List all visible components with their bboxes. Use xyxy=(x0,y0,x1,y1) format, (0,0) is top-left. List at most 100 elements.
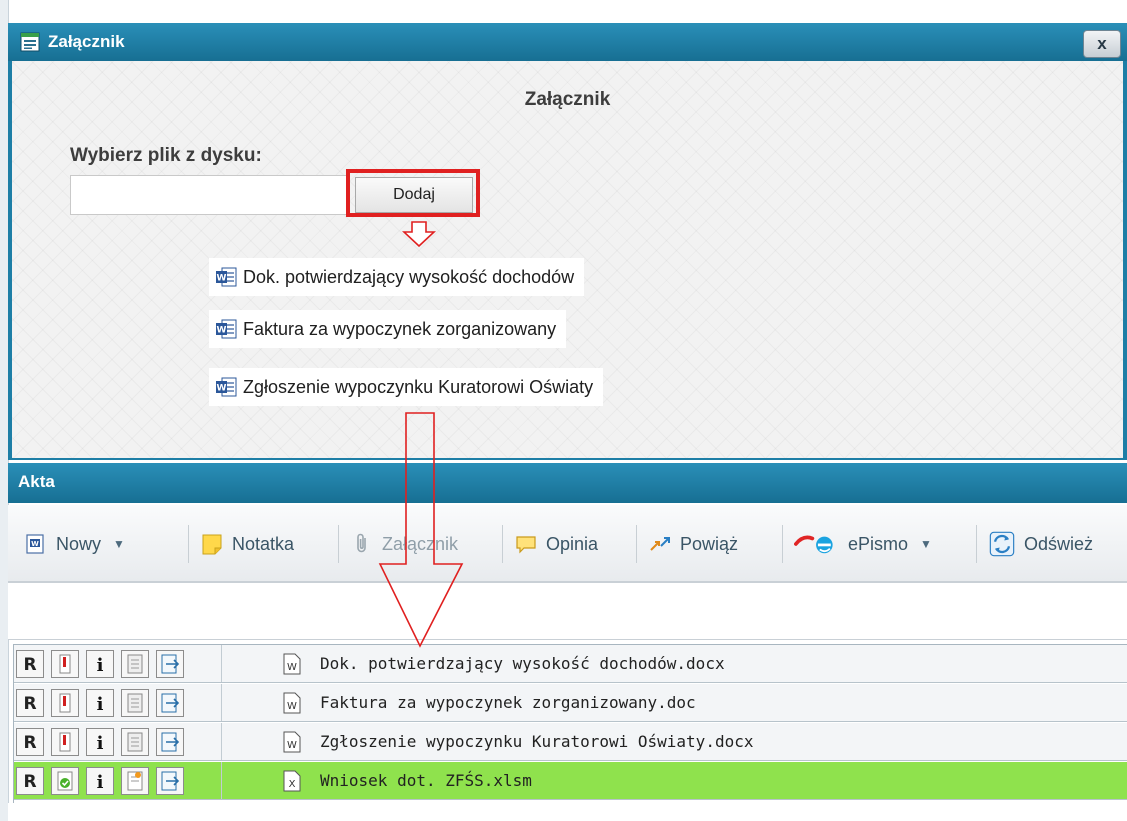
filter-strip[interactable] xyxy=(8,582,1127,640)
toolbar-divider xyxy=(502,525,503,563)
toolbar-divider xyxy=(338,525,339,563)
choose-file-label: Wybierz plik z dysku: xyxy=(70,145,262,166)
chevron-down-icon[interactable]: ▼ xyxy=(920,537,932,551)
export-icon[interactable] xyxy=(156,650,184,678)
svg-text:X: X xyxy=(289,779,296,790)
new-button[interactable]: W Nowy ▼ xyxy=(24,527,125,561)
note-button[interactable]: Notatka xyxy=(200,527,294,561)
info-icon[interactable]: i xyxy=(86,767,114,795)
priority-icon[interactable] xyxy=(51,728,79,756)
dialog-title: Załącznik xyxy=(48,32,125,51)
file-name[interactable]: Zgłoszenie wypoczynku Kuratorowi Oświaty… xyxy=(320,732,753,751)
document-option[interactable]: W Faktura za wypoczynek zorganizowany xyxy=(209,310,567,348)
add-button-highlight xyxy=(346,169,480,217)
refresh-button[interactable]: Odśwież xyxy=(988,527,1093,561)
epismo-button[interactable]: ePismo ▼ xyxy=(794,527,932,561)
svg-text:R: R xyxy=(23,694,36,714)
opinion-label: Opinia xyxy=(546,533,599,554)
export-icon[interactable] xyxy=(156,767,184,795)
svg-text:W: W xyxy=(217,326,227,336)
file-name[interactable]: Wniosek dot. ZFŚS.xlsm xyxy=(320,771,532,790)
document-stamp-icon[interactable] xyxy=(121,767,149,795)
table-row-selected[interactable]: R i X Wniosek dot. ZFŚS.xlsm xyxy=(14,762,1127,800)
dialog-heading: Załącznik xyxy=(524,89,611,110)
person-icon[interactable]: R xyxy=(16,650,44,678)
new-document-icon: W xyxy=(26,534,44,554)
link-button[interactable]: Powiąż xyxy=(648,527,738,561)
row-actions: R i xyxy=(16,689,191,717)
close-icon: x xyxy=(1097,34,1107,53)
toolbar-divider xyxy=(188,525,189,563)
row-divider xyxy=(221,684,222,721)
large-down-arrow-icon xyxy=(378,412,464,648)
file-path-input[interactable] xyxy=(70,175,350,215)
svg-text:W: W xyxy=(217,384,227,394)
toolbar-divider xyxy=(636,525,637,563)
sticky-note-icon xyxy=(202,534,222,555)
check-status-icon[interactable] xyxy=(51,767,79,795)
close-button[interactable]: x xyxy=(1083,30,1121,58)
svg-text:i: i xyxy=(97,694,104,715)
word-doc-icon: W xyxy=(216,319,237,339)
svg-text:W: W xyxy=(31,540,39,548)
word-doc-icon: W xyxy=(216,267,237,287)
word-file-icon: W xyxy=(283,731,301,753)
opinion-button[interactable]: Opinia xyxy=(514,527,598,561)
dialog-body: Załącznik Wybierz plik z dysku: Dodaj W … xyxy=(12,61,1123,458)
file-name[interactable]: Faktura za wypoczynek zorganizowany.doc xyxy=(320,693,696,712)
document-option[interactable]: W Dok. potwierdzający wysokość dochodów xyxy=(209,258,585,296)
akta-title: Akta xyxy=(18,472,55,491)
table-row[interactable]: R i W Faktura za wypoczynek zorganizowan… xyxy=(14,684,1127,722)
file-name[interactable]: Dok. potwierdzający wysokość dochodów.do… xyxy=(320,654,725,673)
svg-text:W: W xyxy=(217,274,227,284)
speech-bubble-icon xyxy=(516,536,536,554)
file-list: R i W Dok. potwierdzający wysokość docho… xyxy=(13,644,1127,804)
word-file-icon: W xyxy=(283,653,301,675)
row-actions: R i xyxy=(16,650,191,678)
row-divider xyxy=(221,723,222,760)
svg-text:R: R xyxy=(23,772,36,792)
person-icon[interactable]: R xyxy=(16,689,44,717)
table-row[interactable]: R i W Dok. potwierdzający wysokość docho… xyxy=(14,645,1127,683)
word-doc-icon: W xyxy=(216,377,237,397)
svg-text:i: i xyxy=(97,772,104,793)
document-name: Zgłoszenie wypoczynku Kuratorowi Oświaty xyxy=(243,376,594,397)
export-icon[interactable] xyxy=(156,728,184,756)
svg-text:R: R xyxy=(23,733,36,753)
row-actions: R i xyxy=(16,728,191,756)
document-stamp-icon[interactable] xyxy=(121,728,149,756)
new-label: Nowy xyxy=(56,533,102,554)
epismo-label: ePismo xyxy=(848,533,909,554)
priority-icon[interactable] xyxy=(51,689,79,717)
link-arrows-icon xyxy=(650,537,670,551)
excel-file-icon: X xyxy=(283,770,301,792)
svg-text:W: W xyxy=(287,701,297,712)
refresh-icon xyxy=(989,531,1015,557)
document-stamp-icon[interactable] xyxy=(121,689,149,717)
dialog-titlebar[interactable]: Załącznik x xyxy=(8,23,1127,61)
refresh-label: Odśwież xyxy=(1024,533,1094,554)
form-icon xyxy=(20,32,40,52)
document-option[interactable]: W Zgłoszenie wypoczynku Kuratorowi Oświa… xyxy=(209,368,604,406)
info-icon[interactable]: i xyxy=(86,689,114,717)
export-icon[interactable] xyxy=(156,689,184,717)
row-divider xyxy=(221,762,222,799)
svg-text:W: W xyxy=(287,662,297,673)
attachment-dialog: Załącznik x Załącznik Wybierz plik z dys… xyxy=(8,23,1127,460)
document-name: Dok. potwierdzający wysokość dochodów xyxy=(243,266,575,287)
person-icon[interactable]: R xyxy=(16,767,44,795)
paperclip-icon xyxy=(357,533,366,553)
row-actions: R i xyxy=(16,767,191,795)
priority-icon[interactable] xyxy=(51,650,79,678)
toolbar-divider xyxy=(976,525,977,563)
info-icon[interactable]: i xyxy=(86,650,114,678)
link-label: Powiąż xyxy=(680,533,739,554)
epismo-logo-icon xyxy=(794,535,833,554)
person-icon[interactable]: R xyxy=(16,728,44,756)
table-row[interactable]: R i W Zgłoszenie wypoczynku Kuratorowi O… xyxy=(14,723,1127,761)
chevron-down-icon[interactable]: ▼ xyxy=(113,537,125,551)
info-icon[interactable]: i xyxy=(86,728,114,756)
document-stamp-icon[interactable] xyxy=(121,650,149,678)
akta-toolbar: W Nowy ▼ Notatka Załącznik Opinia Powiąż… xyxy=(8,505,1127,582)
svg-text:R: R xyxy=(23,655,36,675)
